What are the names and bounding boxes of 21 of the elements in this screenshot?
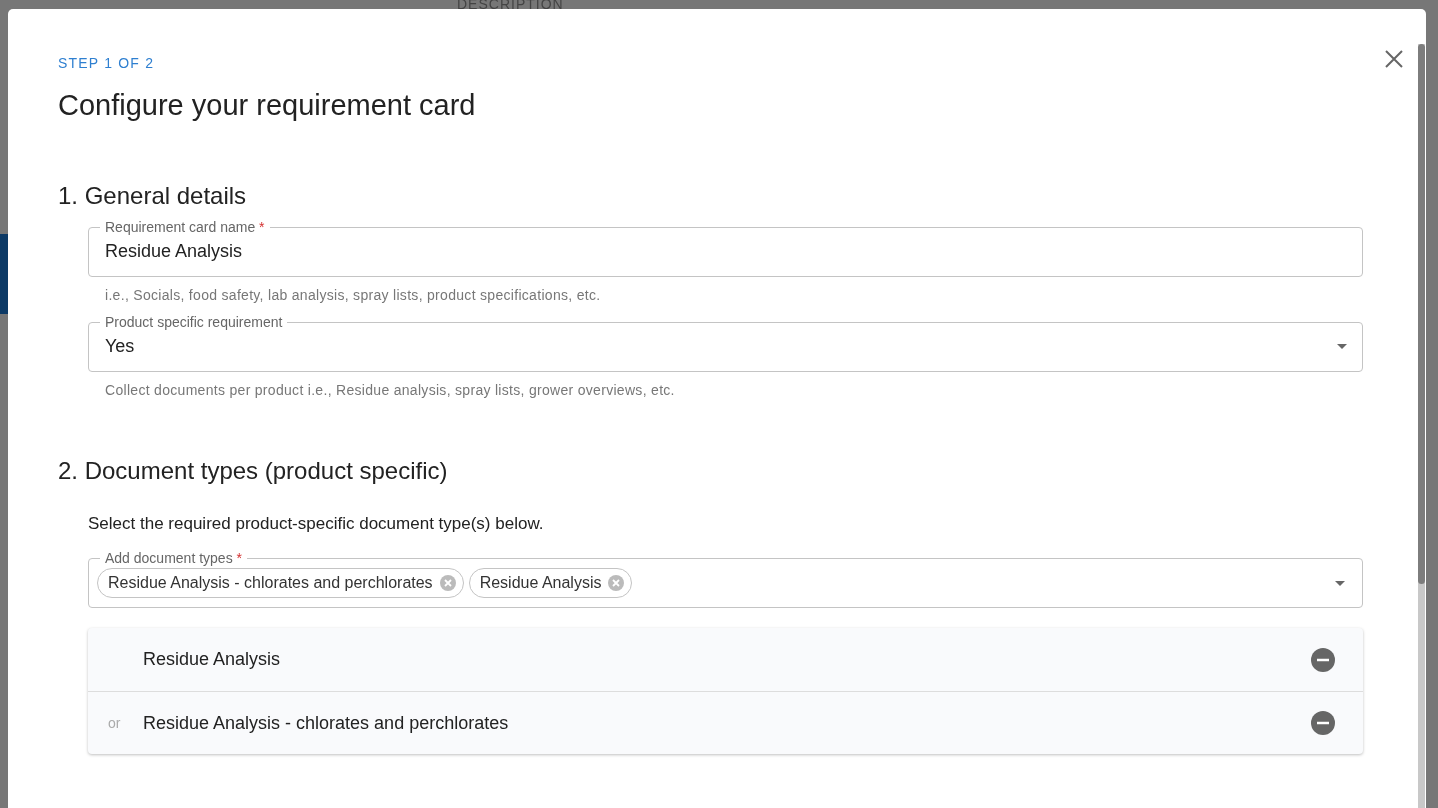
field-value: Yes [105, 335, 136, 358]
dropdown-caret-icon[interactable] [1337, 344, 1347, 349]
field-label: Requirement card name * [100, 218, 270, 235]
helper-text: i.e., Socials, food safety, lab analysis, spray lists, product specifications, etc. [105, 285, 602, 305]
document-type-name: Residue Analysis - chlorates and perchlorates [143, 711, 510, 735]
field-label: Add document types * [100, 550, 247, 566]
document-type-name: Residue Analysis [143, 648, 282, 671]
close-icon[interactable] [1385, 50, 1403, 68]
step-indicator: STEP 1 OF 2 [58, 54, 156, 73]
remove-icon[interactable] [1311, 711, 1335, 735]
field-value: Residue Analysis [105, 240, 244, 263]
field-label: Product specific requirement [100, 313, 288, 330]
dropdown-caret-icon[interactable] [1335, 580, 1345, 586]
section-intro: Select the required product-specific document type(s) below. [88, 512, 545, 535]
scrollbar-thumb[interactable] [1418, 44, 1425, 584]
helper-text: Collect documents per product i.e., Residue analysis, spray lists, grower overviews, etc. [105, 380, 676, 400]
remove-icon[interactable] [1311, 647, 1335, 672]
dialog-title: Configure your requirement card [58, 88, 476, 123]
or-label: or [108, 715, 121, 731]
section-heading: 1. General details [58, 180, 248, 211]
section-heading: 2. Document types (product specific) [58, 455, 449, 486]
